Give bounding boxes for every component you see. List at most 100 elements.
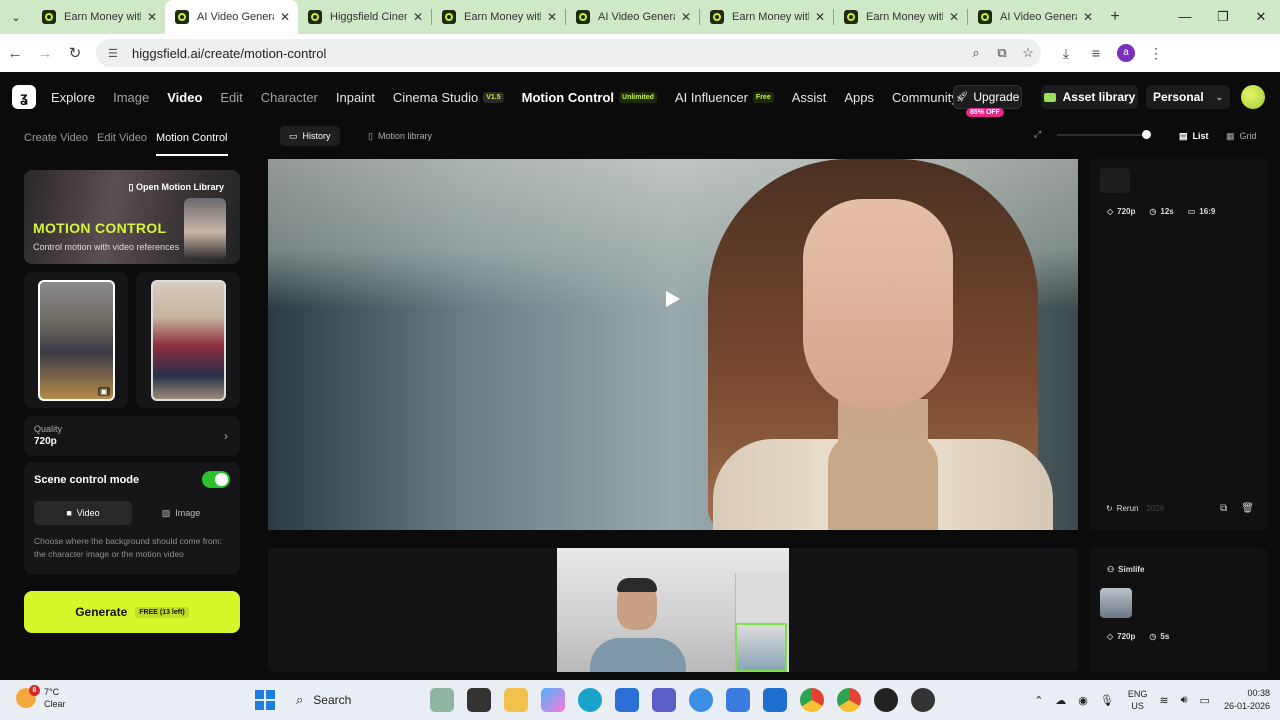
copilot-icon[interactable] — [541, 688, 565, 712]
new-tab-button[interactable]: + — [1101, 8, 1129, 26]
volume-icon[interactable]: 🔊︎ — [1181, 694, 1188, 707]
motion-control-banner[interactable]: ▯ Open Motion Library MOTION CONTROL Con… — [24, 170, 240, 264]
browser-tab[interactable]: Earn Money with ✕ — [432, 0, 565, 34]
higgsfield-logo[interactable]: ʓ — [12, 85, 36, 109]
close-tab-icon[interactable]: ✕ — [147, 10, 157, 24]
forward-icon[interactable]: → — [30, 45, 60, 62]
video-preview[interactable] — [268, 159, 1078, 530]
chrome-icon[interactable] — [800, 688, 824, 712]
nav-community[interactable]: Community — [892, 90, 958, 105]
close-tab-icon[interactable]: ✕ — [547, 10, 557, 24]
simlife-video-thumbnail[interactable] — [557, 548, 789, 672]
tab-edit-video[interactable]: Edit Video — [97, 122, 147, 156]
chrome-tray-icon[interactable]: ◉ — [1078, 694, 1088, 707]
file-explorer-icon[interactable] — [504, 688, 528, 712]
nav-video[interactable]: Video — [167, 90, 202, 105]
motion-video-slot[interactable]: ▣ — [24, 272, 128, 408]
slider-handle[interactable] — [1142, 130, 1151, 139]
bookmark-star-icon[interactable]: ☆ — [1015, 45, 1041, 61]
nav-cinema-studio[interactable]: Cinema Studio V1.5 — [393, 90, 504, 105]
tab-search-chevron-icon[interactable]: ⌄ — [0, 0, 32, 34]
media-player-icon[interactable] — [874, 688, 898, 712]
reload-icon[interactable]: ↻ — [60, 44, 90, 62]
browser-tab[interactable]: Earn Money with ✕ — [32, 0, 165, 34]
nav-edit[interactable]: Edit — [220, 90, 242, 105]
zoom-icon[interactable]: ⌕ — [963, 45, 989, 61]
browser-tab[interactable]: AI Video Genera ✕ — [968, 0, 1101, 34]
tab-create-video[interactable]: Create Video — [24, 122, 88, 156]
widgets-icon[interactable] — [430, 688, 454, 712]
nav-motion-control[interactable]: Motion Control Unlimited — [522, 90, 657, 105]
browser-tab[interactable]: AI Video Genera ✕ — [165, 0, 298, 34]
view-list[interactable]: ▤ List — [1179, 126, 1209, 146]
close-tab-icon[interactable]: ✕ — [815, 10, 825, 24]
nav-inpaint[interactable]: Inpaint — [336, 90, 375, 105]
close-tab-icon[interactable]: ✕ — [681, 10, 691, 24]
asset-library-button[interactable]: Asset library — [1041, 85, 1138, 109]
nav-explore[interactable]: Explore — [51, 90, 95, 105]
view-grid[interactable]: ▦ Grid — [1226, 126, 1257, 146]
profile-avatar[interactable]: a — [1117, 44, 1135, 62]
nav-character[interactable]: Character — [261, 90, 318, 105]
input-thumbnail[interactable] — [1100, 168, 1130, 193]
close-window-icon[interactable]: ✕ — [1242, 0, 1280, 34]
install-app-icon[interactable]: ⧉ — [989, 45, 1015, 61]
browser-tab[interactable]: Higgsfield Cinen ✕ — [298, 0, 431, 34]
minimize-icon[interactable]: — — [1166, 0, 1204, 34]
browser-menu-icon[interactable]: ⋮ — [1141, 45, 1171, 62]
generate-button[interactable]: Generate FREE (13 left) — [24, 591, 240, 633]
site-info-icon[interactable]: ☰ — [108, 47, 122, 60]
windows-start-icon[interactable] — [255, 690, 275, 710]
restore-icon[interactable]: ❐ — [1204, 0, 1242, 34]
url-field[interactable]: ☰ higgsfield.ai/create/motion-control ⌕ … — [96, 39, 1041, 67]
language-indicator[interactable]: ENG US — [1128, 688, 1148, 712]
chrome-profile-icon[interactable] — [837, 688, 861, 712]
nav-image[interactable]: Image — [113, 90, 149, 105]
scene-source-image[interactable]: ▨ Image — [132, 501, 230, 525]
size-slider[interactable] — [1057, 130, 1151, 139]
tab-motion-library[interactable]: ▯ Motion library — [359, 126, 441, 146]
clock[interactable]: 00:38 26-01-2026 — [1224, 687, 1270, 713]
close-tab-icon[interactable]: ✕ — [280, 10, 290, 24]
tab-motion-control[interactable]: Motion Control — [155, 122, 228, 156]
downloads-icon[interactable]: ⤓ — [1051, 45, 1081, 62]
history-item-2[interactable] — [268, 548, 1078, 672]
browser-tab[interactable]: Earn Money with ✕ — [834, 0, 967, 34]
wifi-icon[interactable]: ≋ — [1159, 694, 1168, 707]
character-image-slot[interactable] — [136, 272, 240, 408]
close-tab-icon[interactable]: ✕ — [413, 10, 423, 24]
chevron-up-icon[interactable]: ⌃ — [1034, 694, 1043, 707]
browser-tab[interactable]: AI Video Genera ✕ — [566, 0, 699, 34]
store-icon[interactable] — [615, 688, 639, 712]
play-icon[interactable] — [666, 291, 680, 307]
expand-icon[interactable]: ⤢ — [1034, 129, 1041, 140]
user-avatar[interactable] — [1241, 85, 1265, 109]
quality-selector[interactable]: Quality 720p › — [24, 416, 240, 456]
sync-icon[interactable] — [689, 688, 713, 712]
weather-widget[interactable]: 8 7°C Clear — [16, 685, 66, 710]
media-controls-icon[interactable]: ≡ — [1081, 45, 1111, 61]
workspace-selector[interactable]: Personal ⌄ — [1146, 85, 1230, 109]
close-tab-icon[interactable]: ✕ — [949, 10, 959, 24]
scene-source-video[interactable]: ■ Video — [34, 501, 132, 525]
microphone-icon[interactable]: 🎙︎ — [1100, 694, 1114, 707]
close-tab-icon[interactable]: ✕ — [1083, 10, 1093, 24]
rerun-button[interactable]: ↻ Rerun 2026 — [1106, 504, 1164, 513]
back-icon[interactable]: ← — [0, 45, 30, 62]
terminal-icon[interactable] — [467, 688, 491, 712]
character-image-thumbnail[interactable] — [150, 279, 226, 401]
tab-history[interactable]: ▭ History — [280, 126, 340, 146]
nav-apps[interactable]: Apps — [844, 90, 874, 105]
trash-icon[interactable]: 🗑︎ — [1241, 503, 1254, 514]
photos-icon[interactable] — [726, 688, 750, 712]
scene-control-toggle[interactable] — [202, 471, 230, 488]
outlook-icon[interactable] — [763, 688, 787, 712]
copy-icon[interactable]: ⧉ — [1220, 503, 1227, 514]
simlife-input-thumbnail[interactable] — [1100, 588, 1132, 618]
obs-icon[interactable] — [911, 688, 935, 712]
nav-assist[interactable]: Assist — [792, 90, 827, 105]
motion-video-thumbnail[interactable]: ▣ — [37, 279, 115, 401]
browser-tab[interactable]: Earn Money with ✕ — [700, 0, 833, 34]
taskbar-search[interactable]: ⌕ Search — [286, 685, 416, 715]
edge-icon[interactable] — [578, 688, 602, 712]
